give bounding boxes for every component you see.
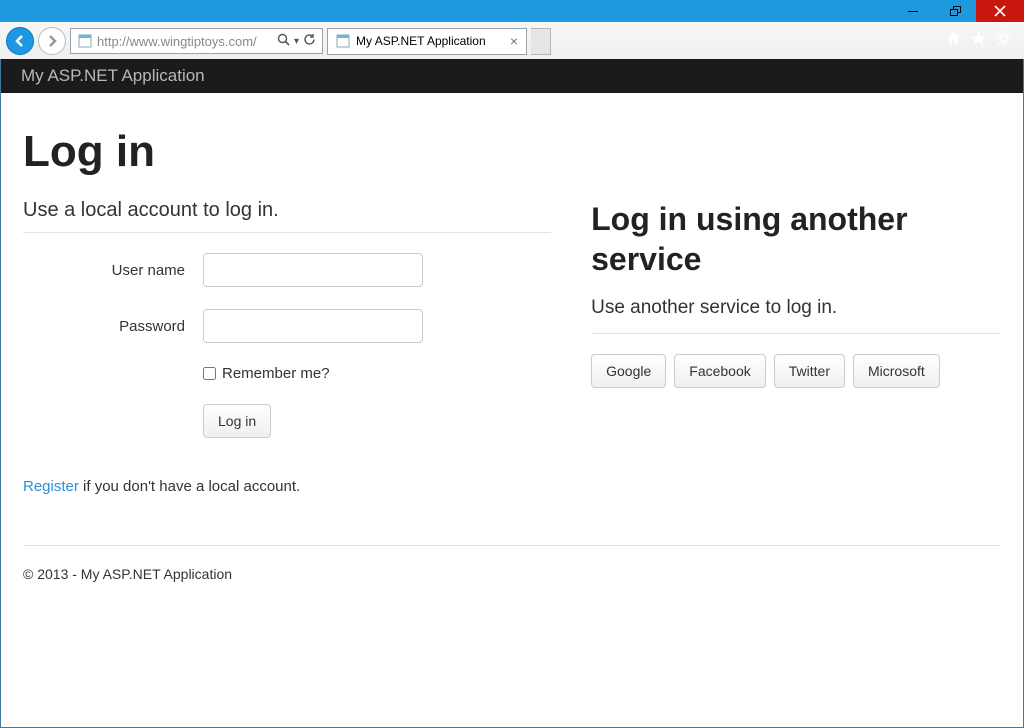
- page-viewport: My ASP.NET Application Log in Use a loca…: [0, 59, 1024, 728]
- page-container: Log in Use a local account to log in. Us…: [1, 93, 1023, 602]
- page-icon: [77, 33, 93, 49]
- local-login-subtitle: Use a local account to log in.: [23, 199, 551, 222]
- address-bar[interactable]: ▾: [70, 28, 323, 54]
- external-login-subtitle: Use another service to log in.: [591, 297, 1001, 319]
- tools-icon[interactable]: [995, 30, 1012, 52]
- browser-toolbar: ▾ My ASP.NET Application ×: [0, 22, 1024, 59]
- username-row: User name: [23, 253, 551, 287]
- favicon-icon: [336, 34, 350, 48]
- provider-google-button[interactable]: Google: [591, 354, 666, 388]
- login-button[interactable]: Log in: [203, 404, 271, 438]
- navbar-brand[interactable]: My ASP.NET Application: [21, 66, 205, 86]
- password-row: Password: [23, 309, 551, 343]
- register-link[interactable]: Register: [23, 478, 79, 495]
- password-input[interactable]: [203, 309, 423, 343]
- url-dropdown-icon[interactable]: ▾: [294, 36, 299, 47]
- close-icon: [994, 5, 1006, 17]
- forward-button[interactable]: [38, 27, 66, 55]
- window-titlebar: [0, 0, 1024, 22]
- external-login-section: Log in using another service Use another…: [591, 199, 1001, 525]
- window-close-button[interactable]: [976, 0, 1024, 22]
- username-label: User name: [23, 262, 203, 279]
- back-button[interactable]: [6, 27, 34, 55]
- divider: [591, 333, 1001, 334]
- tab-title: My ASP.NET Application: [356, 34, 486, 48]
- register-tail: if you don't have a local account.: [79, 478, 300, 495]
- address-bar-tools: ▾: [273, 33, 320, 49]
- local-login-section: Use a local account to log in. User name…: [23, 199, 551, 525]
- home-icon[interactable]: [945, 30, 962, 52]
- footer-text: © 2013 - My ASP.NET Application: [23, 566, 1001, 582]
- browser-tab[interactable]: My ASP.NET Application ×: [327, 28, 527, 55]
- provider-facebook-button[interactable]: Facebook: [674, 354, 765, 388]
- search-icon[interactable]: [277, 33, 290, 49]
- site-navbar: My ASP.NET Application: [1, 59, 1023, 93]
- window-minimize-button[interactable]: [892, 0, 934, 22]
- remember-checkbox[interactable]: [203, 367, 216, 380]
- username-input[interactable]: [203, 253, 423, 287]
- footer-divider: [23, 545, 1001, 546]
- browser-window: ▾ My ASP.NET Application ×: [0, 0, 1024, 728]
- external-login-heading: Log in using another service: [591, 199, 1001, 279]
- favorites-icon[interactable]: [970, 30, 987, 52]
- refresh-icon[interactable]: [303, 33, 316, 49]
- page-title: Log in: [23, 127, 1001, 177]
- submit-row: Log in: [23, 404, 551, 438]
- url-input[interactable]: [97, 30, 273, 52]
- divider: [23, 232, 551, 233]
- external-providers: Google Facebook Twitter Microsoft: [591, 354, 1001, 388]
- arrow-right-icon: [45, 34, 59, 48]
- remember-label[interactable]: Remember me?: [216, 365, 330, 382]
- tab-close-icon[interactable]: ×: [510, 33, 518, 49]
- password-label: Password: [23, 318, 203, 335]
- arrow-left-icon: [13, 34, 27, 48]
- remember-row: Remember me?: [23, 365, 551, 382]
- new-tab-button[interactable]: [531, 28, 551, 55]
- provider-twitter-button[interactable]: Twitter: [774, 354, 845, 388]
- provider-microsoft-button[interactable]: Microsoft: [853, 354, 940, 388]
- register-line: Register if you don't have a local accou…: [23, 478, 551, 495]
- browser-command-icons: [945, 30, 1018, 52]
- window-restore-button[interactable]: [934, 0, 976, 22]
